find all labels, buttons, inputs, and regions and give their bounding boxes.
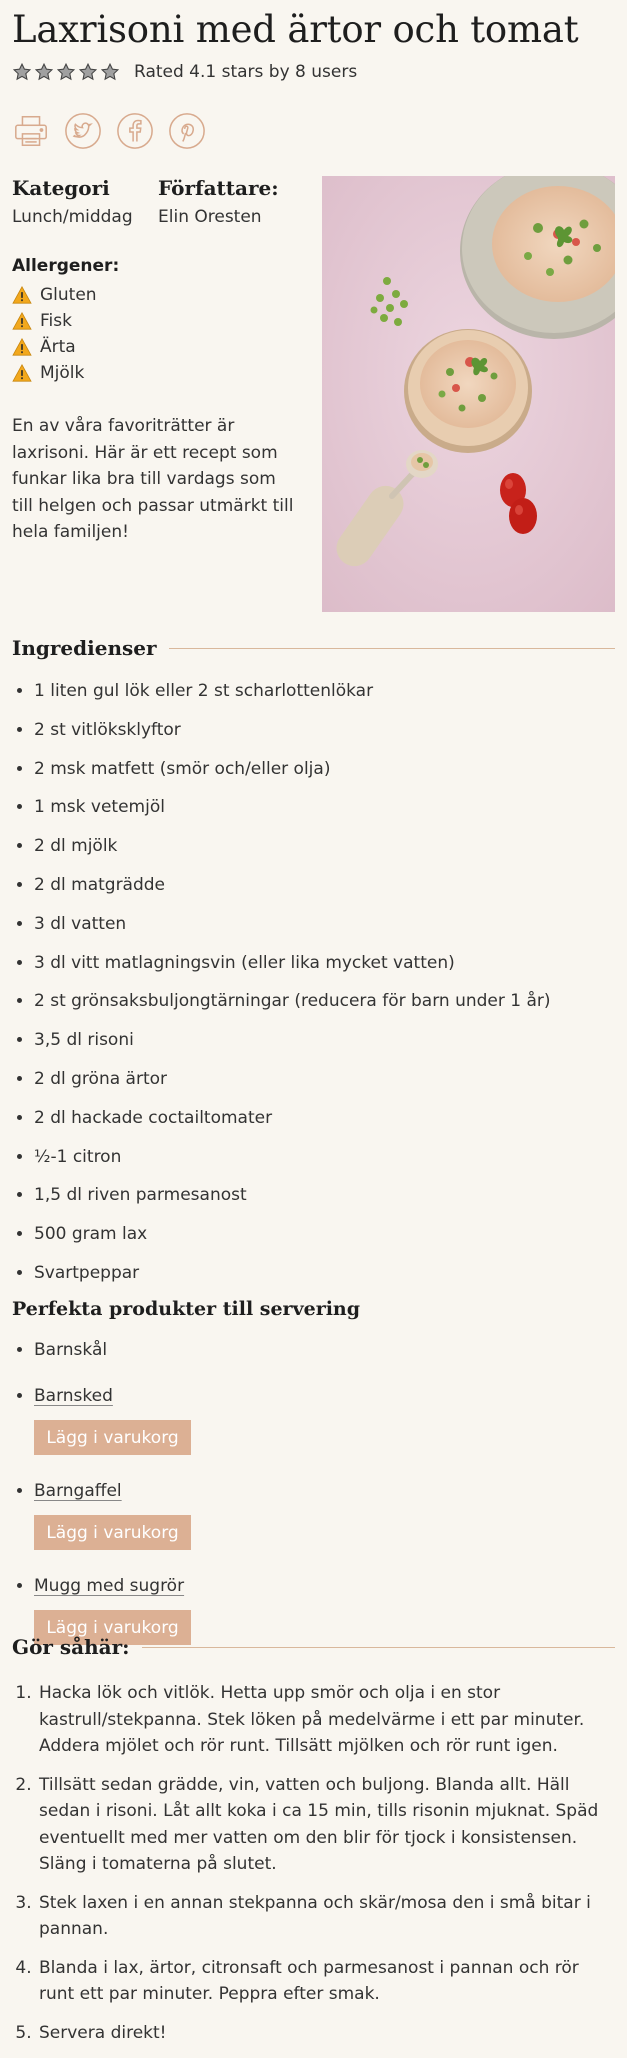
ingredient-item: 1,5 dl riven parmesanost — [34, 1176, 551, 1215]
ingredient-item: 500 gram lax — [34, 1215, 551, 1254]
add-to-cart-button[interactable]: Lägg i varukorg — [34, 1420, 191, 1455]
product-link[interactable]: Barngaffel — [34, 1473, 122, 1509]
step-item: Hacka lök och vitlök. Hetta upp smör och… — [37, 1680, 607, 1760]
warning-icon — [12, 338, 32, 356]
ingredients-title: Ingredienser — [12, 636, 157, 660]
facebook-icon[interactable] — [116, 112, 154, 150]
warning-icon — [12, 364, 32, 382]
allergen-label: Ärta — [40, 337, 76, 357]
ingredient-item: 2 st grönsaksbuljongtärningar (reducera … — [34, 982, 551, 1021]
allergen-item: Gluten — [12, 282, 97, 308]
star-icon[interactable] — [34, 62, 54, 82]
ingredient-item: 2 dl matgrädde — [34, 866, 551, 905]
warning-icon — [12, 286, 32, 304]
star-rating[interactable] — [12, 62, 120, 82]
star-icon[interactable] — [78, 62, 98, 82]
step-item: Tillsätt sedan grädde, vin, vatten och b… — [37, 1772, 607, 1878]
allergen-label: Gluten — [40, 285, 97, 305]
print-icon[interactable] — [12, 112, 50, 150]
ingredient-item: 3 dl vitt matlagningsvin (eller lika myc… — [34, 944, 551, 983]
rating-text: Rated 4.1 stars by 8 users — [134, 62, 358, 82]
steps-list: Hacka lök och vitlök. Hetta upp smör och… — [12, 1680, 607, 2058]
product-item: Barngaffel Lägg i varukorg — [34, 1473, 594, 1550]
recipe-title: Laxrisoni med ärtor och tomat — [12, 8, 579, 51]
ingredient-item: 2 st vitlöksklyftor — [34, 711, 551, 750]
rating: Rated 4.1 stars by 8 users — [12, 62, 357, 82]
allergen-item: Mjölk — [12, 360, 97, 386]
step-item: Stek laxen i en annan stekpanna och skär… — [37, 1890, 607, 1943]
ingredients-heading: Ingredienser — [12, 636, 615, 660]
category-value: Lunch/middag — [12, 207, 133, 227]
twitter-icon[interactable] — [64, 112, 102, 150]
allergen-label: Fisk — [40, 311, 72, 331]
recipe-description: En av våra favoriträtter är laxrisoni. H… — [12, 416, 294, 542]
ingredient-item: 2 dl mjölk — [34, 827, 551, 866]
steps-heading: Gör såhär: — [12, 1635, 615, 1659]
ingredient-item: ½-1 citron — [34, 1138, 551, 1177]
products-title: Perfekta produkter till servering — [12, 1298, 361, 1320]
allergen-item: Fisk — [12, 308, 97, 334]
ingredient-item: 2 dl gröna ärtor — [34, 1060, 551, 1099]
ingredient-item: 3 dl vatten — [34, 905, 551, 944]
product-item: Barnsked Lägg i varukorg — [34, 1378, 594, 1455]
ingredient-item: 1 liten gul lök eller 2 st scharlottenlö… — [34, 672, 551, 711]
allergen-item: Ärta — [12, 334, 97, 360]
steps-title: Gör såhär: — [12, 1635, 130, 1659]
divider — [141, 1646, 615, 1648]
ingredient-item: Svartpeppar — [34, 1254, 551, 1293]
step-item: Servera direkt! — [37, 2020, 607, 2047]
star-icon[interactable] — [100, 62, 120, 82]
product-item: Mugg med sugrör Lägg i varukorg — [34, 1568, 594, 1645]
pinterest-icon[interactable] — [168, 112, 206, 150]
products-list: Barnskål Barnsked Lägg i varukorg Barnga… — [12, 1332, 594, 1663]
add-to-cart-button[interactable]: Lägg i varukorg — [34, 1515, 191, 1550]
product-name: Barnskål — [34, 1340, 108, 1360]
allergens-title: Allergener: — [12, 256, 120, 276]
product-link[interactable]: Barnsked — [34, 1378, 113, 1414]
ingredients-list: 1 liten gul lök eller 2 st scharlottenlö… — [12, 672, 551, 1293]
allergens-list: Gluten Fisk Ärta Mjölk — [12, 282, 97, 386]
step-item: Blanda i lax, ärtor, citronsaft och parm… — [37, 1955, 607, 2008]
product-link[interactable]: Mugg med sugrör — [34, 1568, 184, 1604]
ingredient-item: 2 dl hackade coctailtomater — [34, 1099, 551, 1138]
divider — [168, 647, 615, 649]
product-item: Barnskål — [34, 1332, 594, 1368]
warning-icon — [12, 312, 32, 330]
category-label: Kategori — [12, 176, 110, 200]
author-label: Författare: — [158, 176, 279, 200]
recipe-page: Laxrisoni med ärtor och tomat Rated 4.1 … — [0, 0, 627, 2050]
ingredient-item: 3,5 dl risoni — [34, 1021, 551, 1060]
allergen-label: Mjölk — [40, 363, 85, 383]
ingredient-item: 2 msk matfett (smör och/eller olja) — [34, 750, 551, 789]
share-bar — [12, 112, 206, 150]
ingredient-item: 1 msk vetemjöl — [34, 788, 551, 827]
star-icon[interactable] — [12, 62, 32, 82]
author-value: Elin Oresten — [158, 207, 262, 227]
star-icon[interactable] — [56, 62, 76, 82]
recipe-photo — [322, 176, 615, 612]
